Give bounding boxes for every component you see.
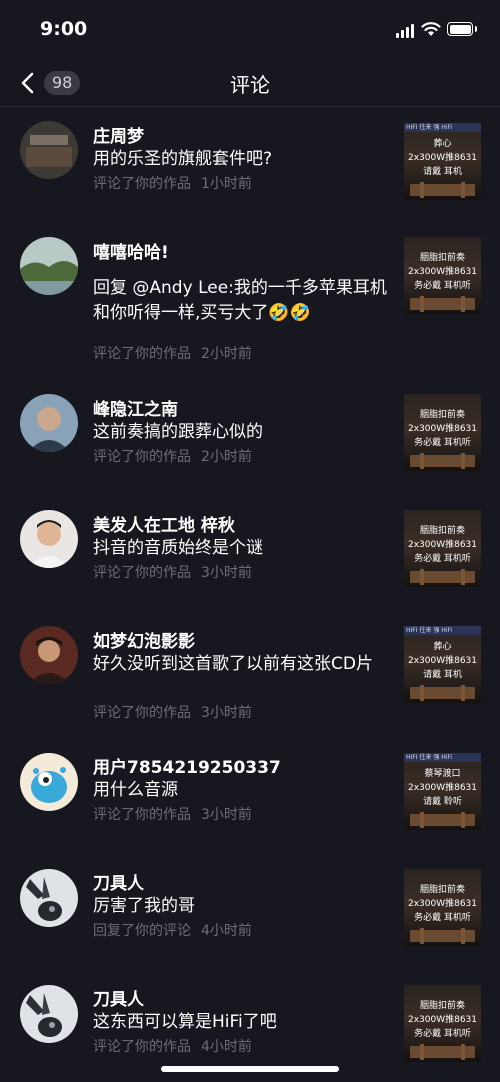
avatar[interactable] (20, 985, 78, 1043)
avatar[interactable] (20, 121, 78, 179)
thumbnail-caption-1: 胭脂扣前奏 (419, 253, 465, 263)
cellular-signal-icon (396, 24, 414, 38)
thumbnail-banner: HIFI 往来 强 HiFi (404, 123, 481, 132)
comment-meta: 评论了你的作品 3小时前 (93, 702, 252, 722)
video-thumbnail[interactable]: HIFI 往来 强 HiFi 蔡琴渡口 2x300W推8631 请戴 聆听 (404, 753, 481, 830)
comment-action: 回复了你的评论 (93, 923, 191, 939)
status-time: 9:00 (40, 18, 88, 40)
thumbnail-caption-3: 务必戴 耳机听 (414, 438, 471, 448)
video-thumbnail[interactable]: 胭脂扣前奏 2x300W推8631 务必戴 耳机听 (404, 985, 481, 1062)
home-indicator (161, 1066, 339, 1072)
comment-action: 评论了你的作品 (93, 176, 191, 192)
comment-action: 评论了你的作品 (93, 565, 191, 581)
comment-text: 回复 @Andy Lee:我的一千多苹果耳机和你听得一样,买亏大了🤣🤣 (93, 278, 387, 323)
commenter-name[interactable]: 刀具人 (93, 869, 144, 894)
nav-bar: 98 评论 (0, 60, 500, 107)
thumbnail-caption-2: 2x300W推8631 (407, 153, 478, 163)
comment-time: 2小时前 (201, 449, 252, 465)
comment-time: 2小时前 (201, 346, 252, 362)
thumbnail-caption-1: 胭脂扣前奏 (419, 526, 465, 536)
thumbnail-caption-3: 请戴 耳机 (423, 167, 462, 177)
avatar[interactable] (20, 869, 78, 927)
video-thumbnail[interactable]: HIFI 往来 强 HiFi 葬心 2x300W推8631 请戴 耳机 (404, 626, 481, 703)
commenter-name[interactable]: 嘻嘻哈哈! (93, 238, 169, 263)
commenter-name[interactable]: 如梦幻泡影影 (93, 627, 195, 652)
avatar[interactable] (20, 510, 78, 568)
video-thumbnail[interactable]: 胭脂扣前奏 2x300W推8631 务必戴 耳机听 (404, 394, 481, 471)
thumbnail-caption-2: 2x300W推8631 (407, 267, 478, 277)
thumbnail-caption-3: 务必戴 耳机听 (414, 281, 471, 291)
thumbnail-caption-3: 务必戴 耳机听 (414, 913, 471, 923)
comment-time: 4小时前 (201, 1039, 252, 1055)
thumbnail-caption-2: 2x300W推8631 (407, 424, 478, 434)
comment-time: 3小时前 (201, 565, 252, 581)
thumbnail-caption-3: 务必戴 耳机听 (414, 554, 471, 564)
avatar[interactable] (20, 626, 78, 684)
thumbnail-caption-2: 2x300W推8631 (407, 656, 478, 666)
comment-time: 3小时前 (201, 807, 252, 823)
comment-action: 评论了你的作品 (93, 449, 191, 465)
comment-meta: 评论了你的作品 4小时前 (93, 1036, 252, 1056)
thumbnail-caption-3: 请戴 耳机 (423, 670, 462, 680)
commenter-name[interactable]: 峰隐江之南 (93, 395, 178, 420)
comment-text: 厉害了我的哥 (93, 896, 195, 916)
thumbnail-caption-1: 葬心 (433, 642, 452, 652)
status-bar: 9:00 (0, 0, 500, 60)
thumbnail-caption-1: 胭脂扣前奏 (419, 1001, 465, 1011)
thumbnail-caption-2: 2x300W推8631 (407, 540, 478, 550)
thumbnail-caption-2: 2x300W推8631 (407, 783, 478, 793)
comment-meta: 评论了你的作品 2小时前 (93, 343, 252, 363)
commenter-name[interactable]: 庄周梦 (93, 122, 144, 147)
thumbnail-caption-2: 2x300W推8631 (407, 1015, 478, 1025)
thumbnail-banner: HIFI 往来 强 HiFi (404, 753, 481, 762)
thumbnail-caption-1: 胭脂扣前奏 (419, 410, 465, 420)
comment-text: 这东西可以算是HiFi了吧 (93, 1012, 277, 1032)
wifi-icon (421, 22, 441, 36)
video-thumbnail[interactable]: 胭脂扣前奏 2x300W推8631 务必戴 耳机听 (404, 869, 481, 946)
video-thumbnail[interactable]: HIFI 往来 强 HiFi 葬心 2x300W推8631 请戴 耳机 (404, 123, 481, 200)
thumbnail-caption-1: 蔡琴渡口 (424, 769, 461, 779)
thumbnail-caption-3: 请戴 聆听 (423, 797, 462, 807)
comment-text: 好久没听到这首歌了以前有这张CD片 (93, 654, 373, 674)
comment-text: 这前奏搞的跟葬心似的 (93, 422, 263, 442)
thumbnail-banner: HIFI 往来 强 HiFi (404, 626, 481, 635)
video-thumbnail[interactable]: 胭脂扣前奏 2x300W推8631 务必戴 耳机听 (404, 237, 481, 314)
thumbnail-caption-1: 胭脂扣前奏 (419, 885, 465, 895)
comment-meta: 评论了你的作品 1小时前 (93, 173, 252, 193)
avatar[interactable] (20, 753, 78, 811)
video-thumbnail[interactable]: 胭脂扣前奏 2x300W推8631 务必戴 耳机听 (404, 510, 481, 587)
avatar[interactable] (20, 394, 78, 452)
comment-text: 用的乐圣的旗舰套件吧? (93, 149, 273, 169)
comment-action: 评论了你的作品 (93, 807, 191, 823)
comment-action: 评论了你的作品 (93, 705, 191, 721)
comment-meta: 回复了你的评论 4小时前 (93, 920, 252, 940)
commenter-name[interactable]: 刀具人 (93, 985, 144, 1010)
thumbnail-caption-3: 务必戴 耳机听 (414, 1029, 471, 1039)
comment-time: 3小时前 (201, 705, 252, 721)
commenter-name[interactable]: 美发人在工地 梓秋 (93, 511, 235, 536)
battery-icon (447, 22, 477, 36)
thumbnail-caption-1: 葬心 (433, 139, 452, 149)
commenter-name[interactable]: 用户7854219250337 (93, 753, 281, 778)
comment-meta: 评论了你的作品 3小时前 (93, 804, 252, 824)
thumbnail-caption-2: 2x300W推8631 (407, 899, 478, 909)
comment-time: 4小时前 (201, 923, 252, 939)
comment-action: 评论了你的作品 (93, 346, 191, 362)
comment-meta: 评论了你的作品 2小时前 (93, 446, 252, 466)
comment-meta: 评论了你的作品 3小时前 (93, 562, 252, 582)
page-title: 评论 (230, 73, 270, 97)
comment-action: 评论了你的作品 (93, 1039, 191, 1055)
comment-time: 1小时前 (201, 176, 252, 192)
avatar[interactable] (20, 237, 78, 295)
comment-text: 抖音的音质始终是个谜 (93, 538, 263, 558)
comment-text: 用什么音源 (93, 780, 178, 800)
